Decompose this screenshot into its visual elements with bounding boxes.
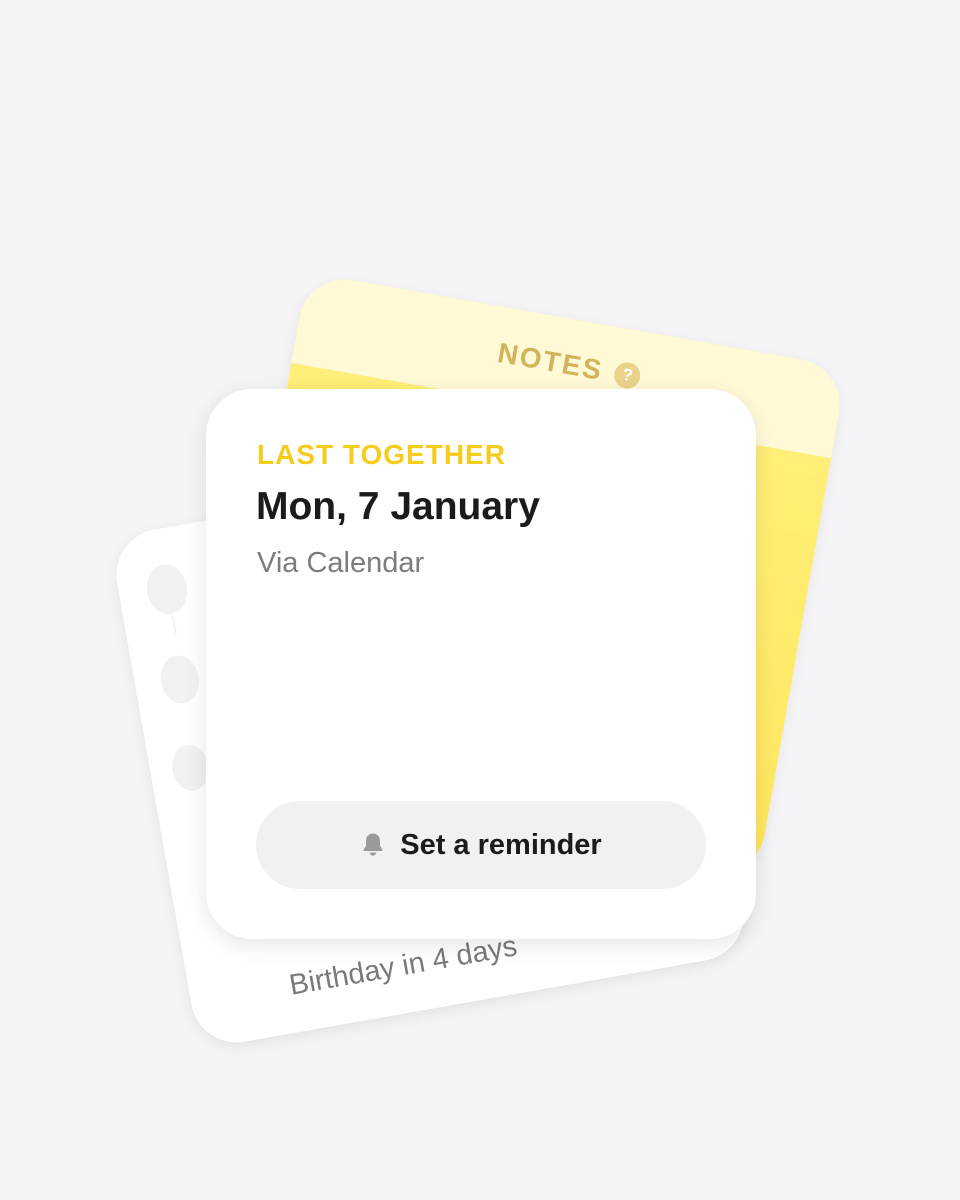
set-reminder-button[interactable]: Set a reminder <box>256 801 706 889</box>
date-source: Via Calendar <box>257 547 425 579</box>
balloon-icon <box>156 652 203 707</box>
last-together-date: Mon, 7 January <box>256 485 540 528</box>
last-together-card: LAST TOGETHER Mon, 7 January Via Calenda… <box>206 389 756 939</box>
balloon-icon <box>142 561 192 618</box>
notes-title: NOTES <box>495 336 606 386</box>
birthday-countdown: Birthday in 4 days <box>286 930 520 1002</box>
card-eyebrow: LAST TOGETHER <box>257 439 506 470</box>
question-mark-icon[interactable]: ? <box>612 360 643 391</box>
balloon-string <box>171 615 177 634</box>
bell-icon <box>360 831 386 859</box>
set-reminder-label: Set a reminder <box>400 828 602 861</box>
